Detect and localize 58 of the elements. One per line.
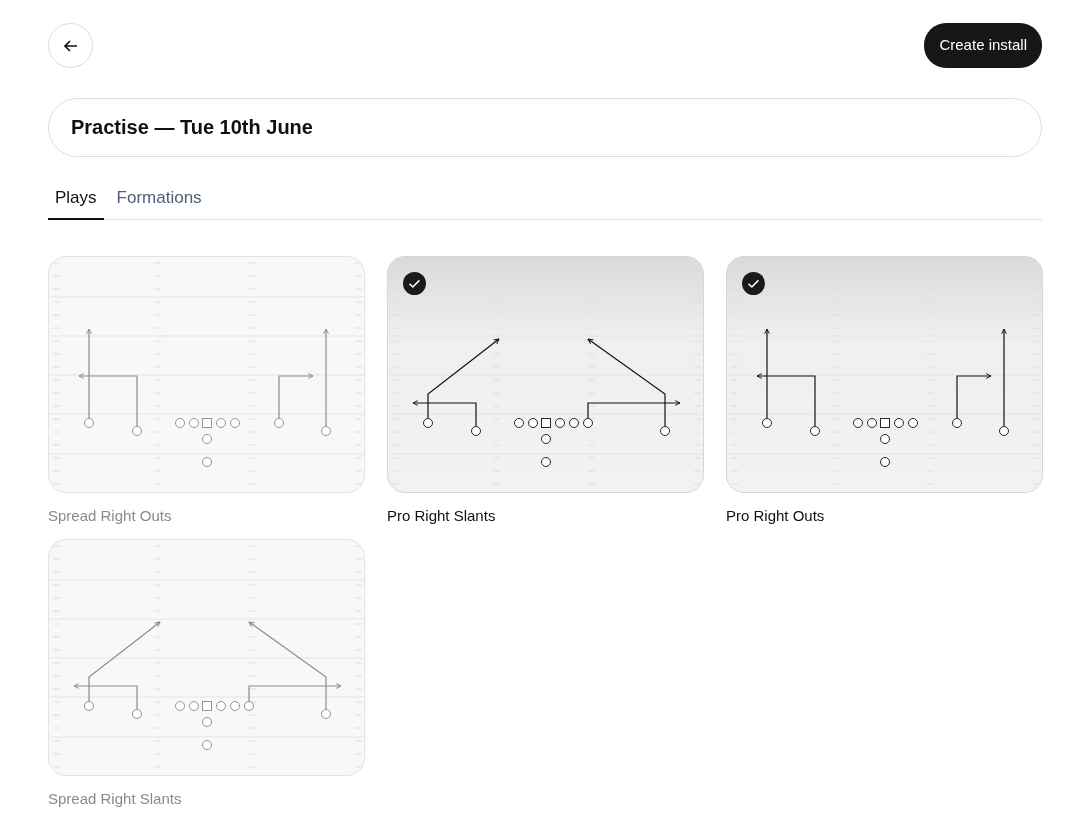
- title-field[interactable]: Practise — Tue 10th June: [48, 98, 1042, 157]
- player-marker: [216, 417, 226, 428]
- player-marker: [202, 456, 212, 467]
- player-marker: [202, 739, 212, 750]
- player-square: [202, 417, 212, 428]
- back-button[interactable]: [48, 23, 93, 68]
- player-marker: [471, 425, 481, 436]
- player-marker: [189, 417, 199, 428]
- player-marker: [514, 417, 524, 428]
- player-marker: [867, 417, 877, 428]
- player-marker: [202, 716, 212, 727]
- player-marker: [423, 417, 433, 428]
- route-arrow: [956, 372, 992, 419]
- player-marker: [810, 425, 820, 436]
- player-marker: [880, 456, 890, 467]
- player-marker: [894, 417, 904, 428]
- player-marker: [189, 700, 199, 711]
- player-marker: [202, 433, 212, 444]
- checkmark-icon: [742, 271, 765, 295]
- route-arrow: [278, 372, 314, 419]
- tab[interactable]: Plays: [48, 181, 104, 220]
- player-marker: [999, 425, 1009, 436]
- player-marker: [555, 417, 565, 428]
- player-marker: [132, 425, 142, 436]
- back-arrow-icon: [63, 39, 78, 52]
- tab[interactable]: Formations: [109, 181, 209, 220]
- create-install-button[interactable]: Create install: [924, 23, 1042, 68]
- play-name: Pro Right Slants: [387, 506, 497, 525]
- player-marker: [908, 417, 918, 428]
- player-marker: [880, 433, 890, 444]
- play-name: Spread Right Slants: [48, 789, 183, 808]
- player-marker: [175, 417, 185, 428]
- player-square: [202, 700, 212, 711]
- player-marker: [132, 708, 142, 719]
- player-square: [880, 417, 890, 428]
- player-marker: [274, 417, 284, 428]
- player-marker: [541, 456, 551, 467]
- player-marker: [321, 708, 331, 719]
- play-name: Spread Right Outs: [48, 506, 173, 525]
- player-marker: [583, 417, 593, 428]
- player-marker: [762, 417, 772, 428]
- play-name: Pro Right Outs: [726, 506, 826, 525]
- player-marker: [853, 417, 863, 428]
- checkmark-icon: [403, 271, 426, 295]
- player-marker: [952, 417, 962, 428]
- player-marker: [216, 700, 226, 711]
- player-marker: [175, 700, 185, 711]
- player-square: [541, 417, 551, 428]
- player-marker: [569, 417, 579, 428]
- player-marker: [244, 700, 254, 711]
- player-marker: [84, 417, 94, 428]
- player-marker: [321, 425, 331, 436]
- player-marker: [541, 433, 551, 444]
- player-marker: [230, 700, 240, 711]
- player-marker: [230, 417, 240, 428]
- player-marker: [660, 425, 670, 436]
- player-marker: [528, 417, 538, 428]
- player-marker: [84, 700, 94, 711]
